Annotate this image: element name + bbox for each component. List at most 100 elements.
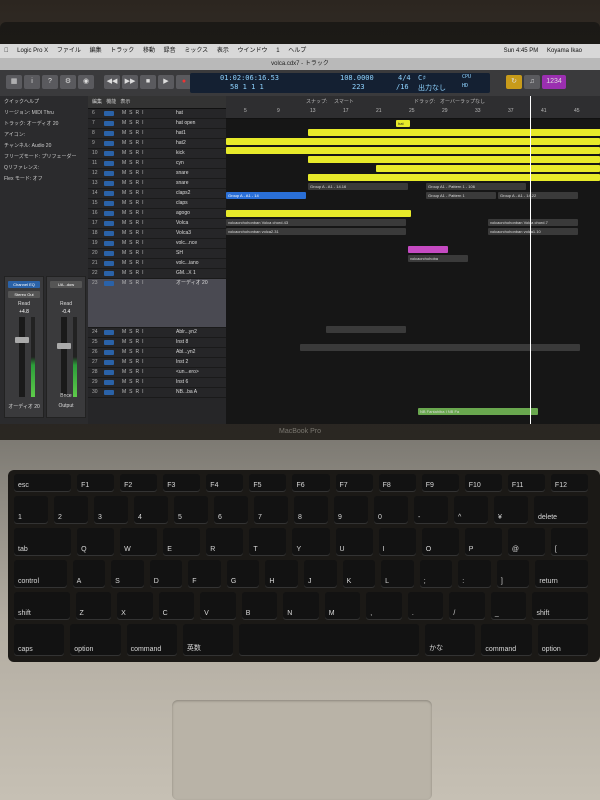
track-row[interactable]: 30 MSRI NB...ba A: [88, 388, 226, 398]
tuner-button[interactable]: ♫: [524, 75, 540, 89]
region-agogo[interactable]: [226, 210, 411, 217]
key[interactable]: T: [249, 528, 287, 556]
track-mute-solo-buttons[interactable]: MSRI: [122, 109, 147, 118]
track-row[interactable]: 15 MSRI claps: [88, 199, 226, 209]
track-mute-solo-buttons[interactable]: MSRI: [122, 348, 147, 357]
track-mute-solo-buttons[interactable]: MSRI: [122, 119, 147, 128]
track-row[interactable]: 27 MSRI Inst 2: [88, 358, 226, 368]
key[interactable]: F12: [550, 474, 588, 492]
track-row[interactable]: 8 MSRI hat1: [88, 129, 226, 139]
region-volca6[interactable]: volcacrchohoba: [408, 255, 468, 262]
strip-read[interactable]: Read: [47, 301, 85, 307]
key[interactable]: C: [158, 592, 195, 620]
menu-help[interactable]: ヘルプ: [288, 48, 306, 54]
track-mute-solo-buttons[interactable]: MSRI: [122, 239, 147, 248]
track-mute-solo-buttons[interactable]: MSRI: [122, 209, 147, 218]
region-hat2[interactable]: [226, 147, 600, 154]
menu-window[interactable]: ウインドウ: [238, 48, 268, 54]
toolbar-button[interactable]: ⚙: [60, 75, 76, 89]
track-name[interactable]: Inst 6: [176, 378, 188, 387]
track-name[interactable]: snare: [176, 169, 189, 178]
inspector-quick-help[interactable]: クイックヘルプ: [0, 96, 88, 107]
menu-mix[interactable]: ミックス: [184, 48, 208, 54]
key[interactable]: shift: [532, 592, 588, 620]
track-mute-solo-buttons[interactable]: MSRI: [122, 219, 147, 228]
track-name[interactable]: GM...X 1: [176, 269, 196, 278]
track-mute-solo-buttons[interactable]: MSRI: [122, 358, 147, 367]
key[interactable]: [239, 624, 420, 656]
key[interactable]: A: [72, 560, 106, 588]
key[interactable]: 2: [54, 496, 88, 524]
key[interactable]: V: [200, 592, 236, 620]
key[interactable]: .: [407, 592, 444, 620]
track-name[interactable]: kick: [176, 149, 185, 158]
view-menu[interactable]: 表示: [120, 99, 130, 105]
key[interactable]: F7: [335, 474, 373, 492]
quick-help-button[interactable]: ?: [42, 75, 58, 89]
region-volca5[interactable]: volcacrchohonban volca1.10: [488, 228, 578, 235]
track-row[interactable]: 9 MSRI hat2: [88, 139, 226, 149]
track-name[interactable]: <un...ero>: [176, 368, 199, 377]
key[interactable]: control: [14, 560, 67, 588]
apple-icon[interactable]: : [4, 48, 9, 54]
volume-fader[interactable]: [15, 317, 29, 397]
track-row[interactable]: 6 MSRI hat: [88, 109, 226, 119]
key[interactable]: O: [421, 528, 459, 556]
track-row[interactable]: 14 MSRI claps2: [88, 189, 226, 199]
cycle-button[interactable]: ↻: [506, 75, 522, 89]
track-name[interactable]: オーディオ 20: [176, 279, 208, 288]
track-row[interactable]: 19 MSRI volc...nce: [88, 239, 226, 249]
track-row[interactable]: 18 MSRI Volca3: [88, 229, 226, 239]
play-button[interactable]: ▶: [158, 75, 174, 89]
track-mute-solo-buttons[interactable]: MSRI: [122, 279, 147, 288]
key[interactable]: F6: [292, 474, 330, 492]
key[interactable]: esc: [14, 474, 72, 492]
key[interactable]: :: [458, 560, 491, 588]
track-row[interactable]: 20 MSRI SH: [88, 249, 226, 259]
key[interactable]: _: [490, 592, 527, 620]
menu-navigate[interactable]: 移動: [143, 48, 155, 54]
snap-value[interactable]: スマート: [334, 98, 354, 105]
key[interactable]: U: [335, 528, 373, 556]
key[interactable]: W: [120, 528, 158, 556]
count-in-button[interactable]: 1234: [542, 75, 566, 89]
menu-view[interactable]: 表示: [217, 48, 229, 54]
track-name[interactable]: volc...iano: [176, 259, 199, 268]
key[interactable]: B: [241, 592, 278, 620]
fader-cap[interactable]: [57, 343, 71, 349]
track-name[interactable]: hat1: [176, 129, 186, 138]
key[interactable]: I: [378, 528, 416, 556]
key[interactable]: shift: [14, 592, 70, 620]
track-mute-solo-buttons[interactable]: MSRI: [122, 149, 147, 158]
track-row[interactable]: 16 MSRI agogo: [88, 209, 226, 219]
key[interactable]: command: [126, 624, 177, 656]
key[interactable]: D: [149, 560, 183, 588]
key[interactable]: ;: [419, 560, 453, 588]
key[interactable]: ¥: [494, 496, 528, 524]
track-row[interactable]: 25 MSRI Inst 8: [88, 338, 226, 348]
region-group-a[interactable]: Group A - A1 - 14: [226, 192, 306, 199]
menu-one[interactable]: 1: [276, 48, 279, 54]
track-row[interactable]: 10 MSRI kick: [88, 149, 226, 159]
track-name[interactable]: hat open: [176, 119, 195, 128]
stop-button[interactable]: ■: [140, 75, 156, 89]
key[interactable]: 英数: [182, 624, 234, 656]
drag-value[interactable]: オーバーラップなし: [440, 98, 485, 105]
track-name[interactable]: Ablr...yn2: [176, 328, 197, 337]
track-mute-solo-buttons[interactable]: MSRI: [122, 328, 147, 337]
key[interactable]: [: [550, 528, 588, 556]
fader-cap[interactable]: [15, 337, 29, 343]
menu-edit[interactable]: 編集: [90, 48, 102, 54]
key[interactable]: delete: [534, 496, 588, 524]
region-hat1[interactable]: [226, 138, 600, 145]
strip-output[interactable]: Stereo Out: [8, 291, 40, 298]
track-mute-solo-buttons[interactable]: MSRI: [122, 189, 147, 198]
region-group-a3[interactable]: Group A - A1 - 14.22: [498, 192, 578, 199]
key[interactable]: Q: [77, 528, 115, 556]
track-mute-solo-buttons[interactable]: MSRI: [122, 169, 147, 178]
key[interactable]: F4: [206, 474, 244, 492]
key[interactable]: G: [226, 560, 260, 588]
track-name[interactable]: snare: [176, 179, 189, 188]
key[interactable]: J: [304, 560, 337, 588]
key[interactable]: 6: [214, 496, 248, 524]
